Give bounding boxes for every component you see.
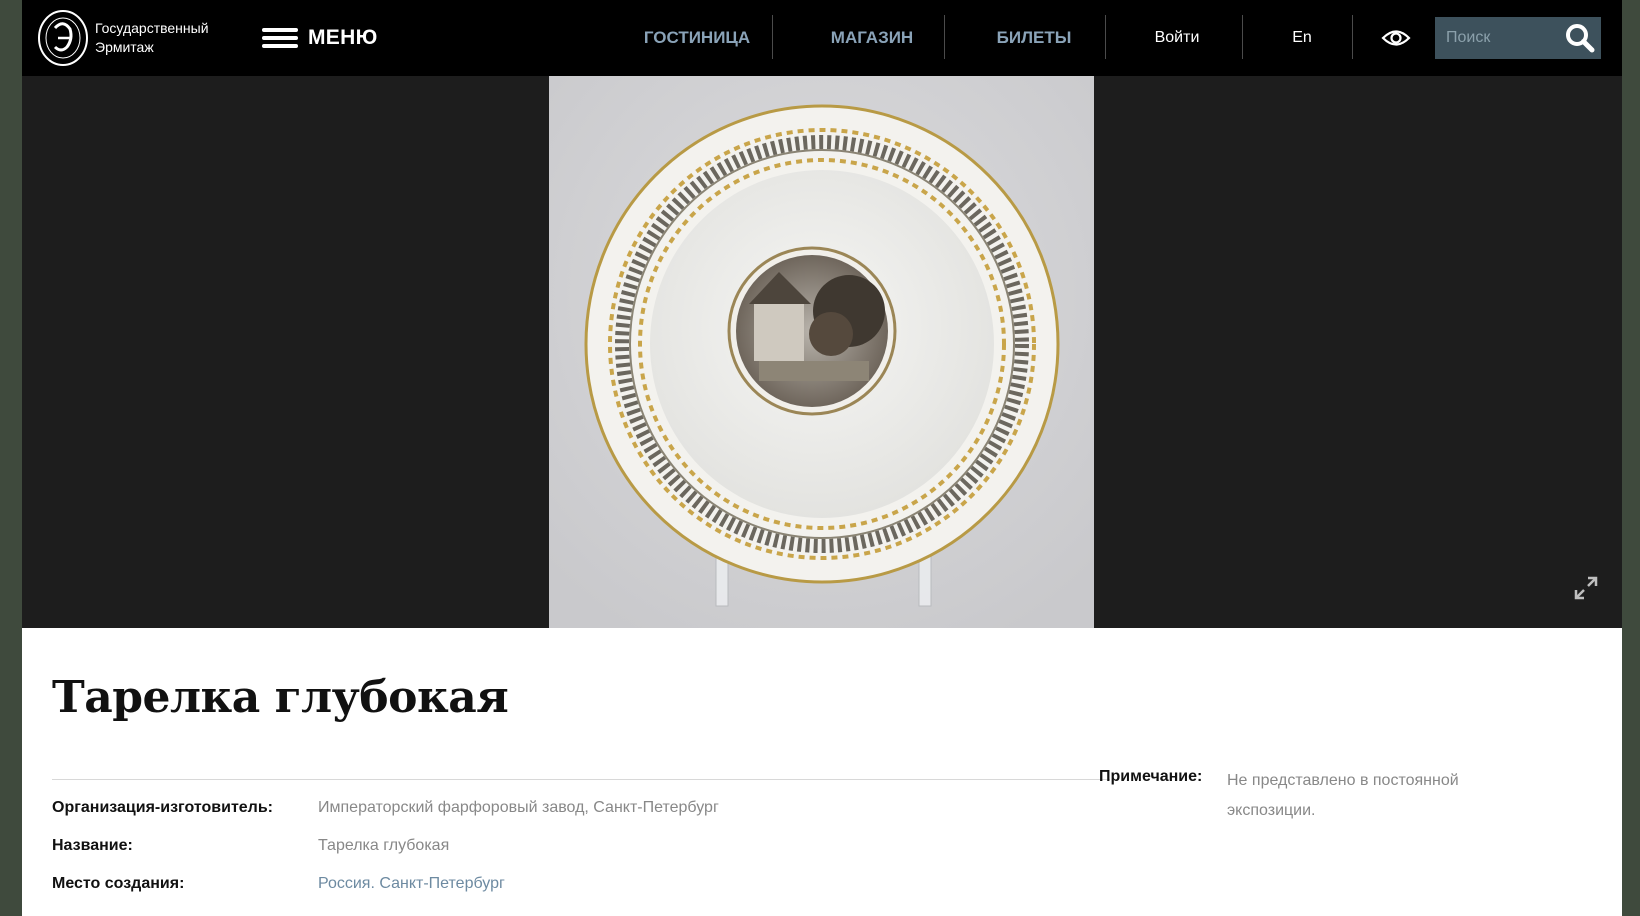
nav-shop[interactable]: МАГАЗИН	[794, 0, 950, 76]
nav-hotel[interactable]: ГОСТИНИЦА	[607, 0, 787, 76]
search-input[interactable]	[1435, 17, 1559, 59]
site-header: Государственный Эрмитаж МЕНЮ ГОСТИНИЦА М…	[22, 0, 1622, 76]
field-label: Место создания:	[52, 875, 185, 892]
logo-line-2: Эрмитаж	[95, 39, 154, 55]
nav-divider	[1242, 15, 1243, 59]
menu-label: МЕНЮ	[308, 26, 378, 49]
field-label: Организация-изготовитель:	[52, 799, 274, 816]
nav-divider	[944, 15, 945, 59]
nav-divider	[1352, 15, 1353, 59]
field-row-name: Название: Тарелка глубокая	[52, 837, 449, 859]
logo-text[interactable]: Государственный Эрмитаж	[95, 19, 209, 57]
field-value: Императорский фарфоровый завод, Санкт-Пе…	[318, 799, 719, 816]
field-value: Тарелка глубокая	[318, 837, 450, 854]
page-title: Тарелка глубокая	[52, 672, 509, 723]
page-frame: Государственный Эрмитаж МЕНЮ ГОСТИНИЦА М…	[22, 0, 1622, 916]
eye-icon[interactable]	[1381, 27, 1411, 49]
language-switch[interactable]: En	[1252, 0, 1352, 76]
divider	[52, 779, 1110, 780]
menu-button[interactable]: МЕНЮ	[262, 24, 378, 52]
expand-icon[interactable]	[1572, 574, 1600, 602]
search-icon	[1566, 24, 1595, 53]
nav-divider	[772, 15, 773, 59]
field-label: Название:	[52, 837, 133, 854]
plate-photo[interactable]	[549, 76, 1094, 628]
image-viewer	[22, 76, 1622, 628]
field-row-manufacturer: Организация-изготовитель: Императорский …	[52, 799, 719, 821]
search-button[interactable]	[1559, 17, 1601, 59]
note-label: Примечание:	[1099, 768, 1203, 785]
hermitage-logo-icon[interactable]	[37, 9, 89, 67]
login-link[interactable]: Войти	[1117, 0, 1237, 76]
nav-divider	[1105, 15, 1106, 59]
field-row-place: Место создания: Россия. Санкт-Петербург	[52, 875, 505, 897]
note-value: Не представлено в постоянной экспозиции.	[1227, 772, 1459, 819]
logo-line-1: Государственный	[95, 20, 209, 36]
menu-icon	[262, 26, 298, 50]
nav-tickets[interactable]: БИЛЕТЫ	[966, 0, 1102, 76]
place-link[interactable]: Россия. Санкт-Петербург	[318, 875, 505, 897]
